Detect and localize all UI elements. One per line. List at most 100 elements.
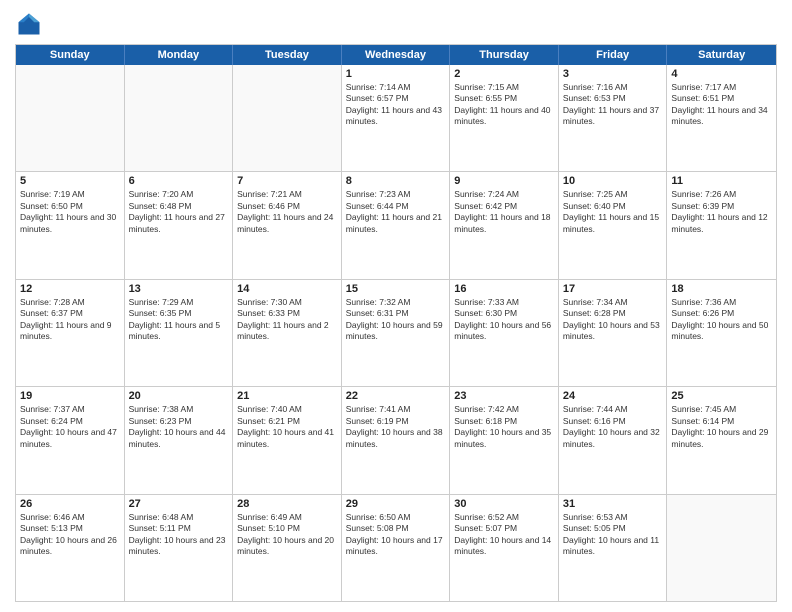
calendar-cell: 29Sunrise: 6:50 AM Sunset: 5:08 PM Dayli… — [342, 495, 451, 601]
day-number: 5 — [20, 175, 120, 187]
day-number: 27 — [129, 498, 229, 510]
cell-text: Sunrise: 7:29 AM Sunset: 6:35 PM Dayligh… — [129, 297, 229, 343]
day-number: 1 — [346, 68, 446, 80]
page: SundayMondayTuesdayWednesdayThursdayFrid… — [0, 0, 792, 612]
cell-text: Sunrise: 7:20 AM Sunset: 6:48 PM Dayligh… — [129, 189, 229, 235]
calendar-cell: 7 Sunrise: 7:21 AM Sunset: 6:46 PM Daylig… — [233, 172, 342, 278]
cell-text: Sunrise: 6:49 AM Sunset: 5:10 PM Dayligh… — [237, 512, 337, 558]
day-number: 25 — [671, 390, 772, 402]
cell-text: Sunrise: 7:45 AM Sunset: 6:14 PM Dayligh… — [671, 404, 772, 450]
calendar-cell: 20 Sunrise: 7:38 AM Sunset: 6:23 PM Dayli… — [125, 387, 234, 493]
calendar-cell: 11Sunrise: 7:26 AM Sunset: 6:39 PM Dayli… — [667, 172, 776, 278]
cal-header-cell: Friday — [559, 45, 668, 65]
cell-text: Sunrise: 7:24 AM Sunset: 6:42 PM Dayligh… — [454, 189, 554, 235]
calendar-cell: 2 Sunrise: 7:15 AM Sunset: 6:55 PM Daylig… — [450, 65, 559, 171]
day-number: 8 — [346, 175, 446, 187]
cell-text: Sunrise: 7:41 AM Sunset: 6:19 PM Dayligh… — [346, 404, 446, 450]
day-number: 20 — [129, 390, 229, 402]
cell-text: Sunrise: 7:37 AM Sunset: 6:24 PM Dayligh… — [20, 404, 120, 450]
day-number: 12 — [20, 283, 120, 295]
cal-header-cell: Monday — [125, 45, 234, 65]
calendar-body: 1 Sunrise: 7:14 AM Sunset: 6:57 PM Daylig… — [16, 65, 776, 601]
calendar: SundayMondayTuesdayWednesdayThursdayFrid… — [15, 44, 777, 602]
logo-icon — [15, 10, 43, 38]
cal-header-cell: Saturday — [667, 45, 776, 65]
calendar-cell: 26 Sunrise: 6:46 AM Sunset: 5:13 PM Dayli… — [16, 495, 125, 601]
cell-text: Sunrise: 7:19 AM Sunset: 6:50 PM Dayligh… — [20, 189, 120, 235]
calendar-row: 5 Sunrise: 7:19 AM Sunset: 6:50 PM Daylig… — [16, 171, 776, 278]
cell-text: Sunrise: 7:40 AM Sunset: 6:21 PM Dayligh… — [237, 404, 337, 450]
cell-text: Sunrise: 6:46 AM Sunset: 5:13 PM Dayligh… — [20, 512, 120, 558]
calendar-cell — [667, 495, 776, 601]
header — [15, 10, 777, 38]
day-number: 13 — [129, 283, 229, 295]
calendar-row: 26 Sunrise: 6:46 AM Sunset: 5:13 PM Dayli… — [16, 494, 776, 601]
calendar-cell — [233, 65, 342, 171]
calendar-cell: 8 Sunrise: 7:23 AM Sunset: 6:44 PM Daylig… — [342, 172, 451, 278]
calendar-cell: 25 Sunrise: 7:45 AM Sunset: 6:14 PM Dayli… — [667, 387, 776, 493]
cell-text: Sunrise: 7:28 AM Sunset: 6:37 PM Dayligh… — [20, 297, 120, 343]
day-number: 6 — [129, 175, 229, 187]
calendar-cell: 3Sunrise: 7:16 AM Sunset: 6:53 PM Daylig… — [559, 65, 668, 171]
cell-text: Sunrise: 7:21 AM Sunset: 6:46 PM Dayligh… — [237, 189, 337, 235]
calendar-row: 1 Sunrise: 7:14 AM Sunset: 6:57 PM Daylig… — [16, 65, 776, 171]
calendar-cell: 1 Sunrise: 7:14 AM Sunset: 6:57 PM Daylig… — [342, 65, 451, 171]
cell-text: Sunrise: 7:32 AM Sunset: 6:31 PM Dayligh… — [346, 297, 446, 343]
day-number: 28 — [237, 498, 337, 510]
calendar-header: SundayMondayTuesdayWednesdayThursdayFrid… — [16, 45, 776, 65]
cell-text: Sunrise: 7:15 AM Sunset: 6:55 PM Dayligh… — [454, 82, 554, 128]
cell-text: Sunrise: 7:30 AM Sunset: 6:33 PM Dayligh… — [237, 297, 337, 343]
calendar-cell: 6 Sunrise: 7:20 AM Sunset: 6:48 PM Daylig… — [125, 172, 234, 278]
day-number: 17 — [563, 283, 663, 295]
cell-text: Sunrise: 7:34 AM Sunset: 6:28 PM Dayligh… — [563, 297, 663, 343]
calendar-cell: 12 Sunrise: 7:28 AM Sunset: 6:37 PM Dayli… — [16, 280, 125, 386]
cell-text: Sunrise: 7:23 AM Sunset: 6:44 PM Dayligh… — [346, 189, 446, 235]
cell-text: Sunrise: 6:48 AM Sunset: 5:11 PM Dayligh… — [129, 512, 229, 558]
calendar-cell: 4Sunrise: 7:17 AM Sunset: 6:51 PM Daylig… — [667, 65, 776, 171]
calendar-cell: 15 Sunrise: 7:32 AM Sunset: 6:31 PM Dayli… — [342, 280, 451, 386]
calendar-cell: 16 Sunrise: 7:33 AM Sunset: 6:30 PM Dayli… — [450, 280, 559, 386]
day-number: 30 — [454, 498, 554, 510]
cal-header-cell: Sunday — [16, 45, 125, 65]
day-number: 19 — [20, 390, 120, 402]
calendar-cell — [16, 65, 125, 171]
calendar-cell: 5 Sunrise: 7:19 AM Sunset: 6:50 PM Daylig… — [16, 172, 125, 278]
day-number: 21 — [237, 390, 337, 402]
day-number: 16 — [454, 283, 554, 295]
day-number: 29 — [346, 498, 446, 510]
calendar-cell: 19 Sunrise: 7:37 AM Sunset: 6:24 PM Dayli… — [16, 387, 125, 493]
calendar-cell: 13 Sunrise: 7:29 AM Sunset: 6:35 PM Dayli… — [125, 280, 234, 386]
cell-text: Sunrise: 6:53 AM Sunset: 5:05 PM Dayligh… — [563, 512, 663, 558]
day-number: 7 — [237, 175, 337, 187]
calendar-cell: 14Sunrise: 7:30 AM Sunset: 6:33 PM Dayli… — [233, 280, 342, 386]
day-number: 26 — [20, 498, 120, 510]
calendar-cell: 18 Sunrise: 7:36 AM Sunset: 6:26 PM Dayli… — [667, 280, 776, 386]
day-number: 15 — [346, 283, 446, 295]
calendar-cell: 22 Sunrise: 7:41 AM Sunset: 6:19 PM Dayli… — [342, 387, 451, 493]
cell-text: Sunrise: 7:14 AM Sunset: 6:57 PM Dayligh… — [346, 82, 446, 128]
calendar-cell: 10Sunrise: 7:25 AM Sunset: 6:40 PM Dayli… — [559, 172, 668, 278]
calendar-cell: 21 Sunrise: 7:40 AM Sunset: 6:21 PM Dayli… — [233, 387, 342, 493]
cell-text: Sunrise: 7:26 AM Sunset: 6:39 PM Dayligh… — [671, 189, 772, 235]
logo — [15, 10, 47, 38]
calendar-cell: 28 Sunrise: 6:49 AM Sunset: 5:10 PM Dayli… — [233, 495, 342, 601]
calendar-cell — [125, 65, 234, 171]
day-number: 24 — [563, 390, 663, 402]
day-number: 23 — [454, 390, 554, 402]
day-number: 3 — [563, 68, 663, 80]
cell-text: Sunrise: 7:42 AM Sunset: 6:18 PM Dayligh… — [454, 404, 554, 450]
cell-text: Sunrise: 7:44 AM Sunset: 6:16 PM Dayligh… — [563, 404, 663, 450]
day-number: 9 — [454, 175, 554, 187]
day-number: 31 — [563, 498, 663, 510]
cal-header-cell: Thursday — [450, 45, 559, 65]
day-number: 22 — [346, 390, 446, 402]
day-number: 10 — [563, 175, 663, 187]
cell-text: Sunrise: 7:38 AM Sunset: 6:23 PM Dayligh… — [129, 404, 229, 450]
cell-text: Sunrise: 7:17 AM Sunset: 6:51 PM Dayligh… — [671, 82, 772, 128]
day-number: 18 — [671, 283, 772, 295]
day-number: 2 — [454, 68, 554, 80]
cell-text: Sunrise: 7:33 AM Sunset: 6:30 PM Dayligh… — [454, 297, 554, 343]
cell-text: Sunrise: 7:36 AM Sunset: 6:26 PM Dayligh… — [671, 297, 772, 343]
calendar-row: 19 Sunrise: 7:37 AM Sunset: 6:24 PM Dayli… — [16, 386, 776, 493]
calendar-cell: 27 Sunrise: 6:48 AM Sunset: 5:11 PM Dayli… — [125, 495, 234, 601]
